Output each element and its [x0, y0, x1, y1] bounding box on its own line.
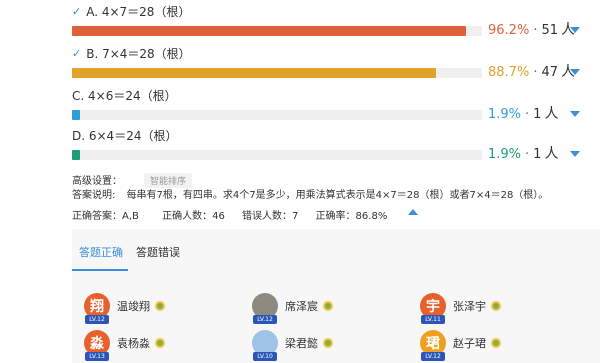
level-badge: LV.12: [421, 352, 445, 361]
answer-explanation: 答案说明: 每串有7根，有四串。求4个7是多少，用乘法算式表示是4×7＝28（根…: [72, 186, 548, 201]
medal-icon: [155, 338, 165, 348]
student-item[interactable]: LV.10 梁君懿: [252, 328, 333, 361]
chevron-down-icon[interactable]: [570, 111, 580, 117]
avatar: 珺 LV.12: [420, 330, 446, 361]
progress-fill: [72, 110, 81, 120]
student-item[interactable]: 淼 LV.13 袁杨淼: [84, 328, 165, 361]
student-name: 梁君懿: [285, 337, 318, 350]
student-panel: 答题正确 答题错误 翔 LV.12 温竣翔 LV.12 席泽宸 宇 LV.11 张泽…: [72, 229, 600, 363]
student-name: 席泽宸: [285, 300, 318, 313]
explanation-text: 每串有7根，有四串。求4个7是多少，用乘法算式表示是4×7＝28（根）或者7×4…: [126, 190, 549, 201]
medal-icon: [491, 338, 501, 348]
progress-track: [72, 110, 482, 120]
option-a: ✓ A. 4×7＝28（根） 96.2% · 51 人: [72, 2, 600, 46]
medal-icon: [155, 301, 165, 311]
option-d: D. 6×4＝24（根） 1.9% · 1 人: [72, 126, 600, 170]
tab-underline: [72, 269, 128, 271]
student-name: 袁杨淼: [117, 337, 150, 350]
student-item[interactable]: 翔 LV.12 温竣翔: [84, 291, 165, 324]
option-b: ✓ B. 7×4＝28（根） 88.7% · 47 人: [72, 44, 600, 88]
chevron-down-icon[interactable]: [570, 27, 580, 33]
caret-up-icon[interactable]: [408, 209, 418, 215]
student-item[interactable]: LV.12 席泽宸: [252, 291, 333, 324]
tab-correct[interactable]: 答题正确: [79, 244, 123, 260]
medal-icon: [491, 301, 501, 311]
progress-fill: [72, 26, 467, 36]
answer-tabs: 答题正确 答题错误: [72, 229, 600, 272]
option-c: C. 4×6＝24（根） 1.9% · 1 人: [72, 86, 600, 130]
medal-icon: [323, 338, 333, 348]
student-name: 温竣翔: [117, 300, 150, 313]
progress-track: [72, 68, 482, 78]
avatar: 淼 LV.13: [84, 330, 110, 361]
option-count: 1: [533, 107, 542, 122]
check-icon: ✓: [72, 47, 82, 60]
option-count: 47: [541, 65, 558, 80]
student-name: 张泽宇: [453, 300, 486, 313]
level-badge: LV.13: [85, 352, 109, 361]
level-badge: LV.12: [85, 315, 109, 324]
option-label: C. 4×6＝24（根）: [72, 89, 177, 103]
option-label: D. 6×4＝24（根）: [72, 129, 178, 143]
accuracy-rate: 正确率：86.8%: [315, 211, 388, 222]
avatar: LV.12: [252, 293, 278, 324]
option-label: B. 7×4＝28（根）: [86, 47, 191, 61]
medal-icon: [323, 301, 333, 311]
check-icon: ✓: [72, 5, 82, 18]
option-label: A. 4×7＝28（根）: [86, 5, 191, 19]
answer-stats: 正确答案：A,B 正确人数：46 错误人数：7 正确率：86.8%: [72, 207, 401, 222]
explanation-label: 答案说明:: [72, 190, 116, 201]
wrong-count: 错误人数：7: [242, 211, 299, 222]
student-item[interactable]: 宇 LV.11 张泽宇: [420, 291, 501, 324]
avatar: 翔 LV.12: [84, 293, 110, 324]
correct-answer: 正确答案：A,B: [72, 211, 139, 222]
avatar: LV.10: [252, 330, 278, 361]
progress-fill: [72, 68, 436, 78]
option-unit: 人: [544, 106, 559, 122]
option-percent: 96.2%: [488, 23, 530, 38]
correct-count: 正确人数：46: [162, 211, 225, 222]
student-item[interactable]: 珺 LV.12 赵子珺: [420, 328, 501, 361]
avatar: 宇 LV.11: [420, 293, 446, 324]
level-badge: LV.10: [253, 352, 277, 361]
level-badge: LV.12: [253, 315, 277, 324]
option-percent: 1.9%: [488, 147, 522, 162]
level-badge: LV.11: [421, 315, 445, 324]
option-percent: 1.9%: [488, 107, 522, 122]
option-count: 1: [533, 147, 542, 162]
option-unit: 人: [544, 146, 559, 162]
chevron-down-icon[interactable]: [570, 69, 580, 75]
progress-fill: [72, 150, 81, 160]
option-percent: 88.7%: [488, 65, 530, 80]
chevron-down-icon[interactable]: [570, 151, 580, 157]
option-count: 51: [541, 23, 558, 38]
progress-track: [72, 150, 482, 160]
tab-wrong[interactable]: 答题错误: [136, 244, 180, 260]
progress-track: [72, 26, 482, 36]
student-name: 赵子珺: [453, 337, 486, 350]
